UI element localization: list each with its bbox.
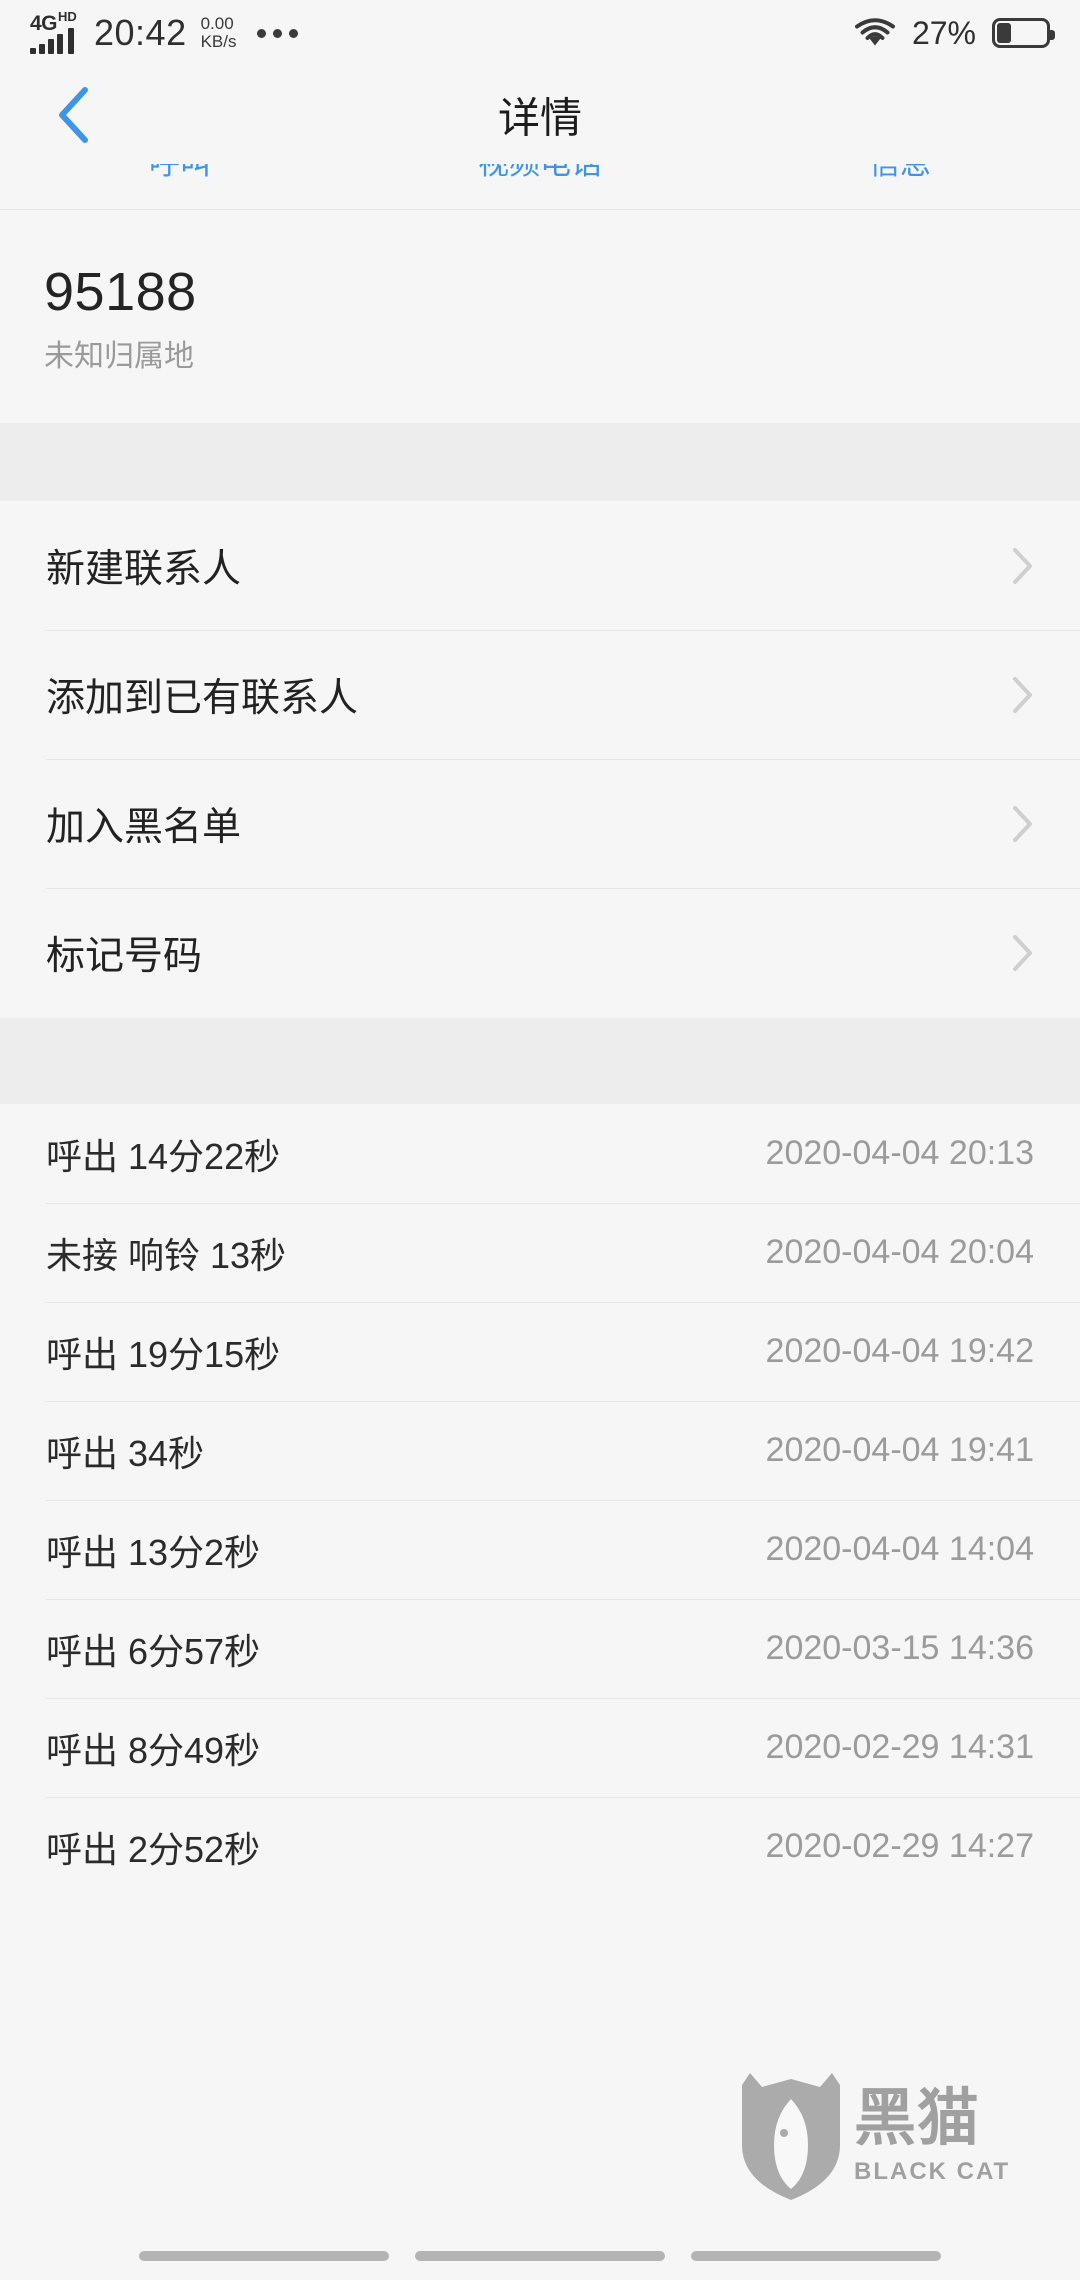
network-hd-label: HD [58, 9, 77, 24]
section-divider-top [0, 423, 1080, 501]
action-label: 添加到已有联系人 [46, 676, 359, 720]
call-timestamp: 2020-04-04 19:41 [765, 1431, 1034, 1469]
table-row[interactable]: 呼出 13分2秒 2020-04-04 14:04 [0, 1500, 1080, 1599]
action-label: 新建联系人 [46, 547, 242, 591]
chevron-right-icon [1013, 676, 1032, 713]
call-description: 呼出 6分57秒 [46, 1630, 261, 1672]
chevron-right-icon [1013, 547, 1032, 584]
wifi-icon [854, 18, 895, 46]
phone-location: 未知归属地 [44, 340, 194, 374]
call-timestamp: 2020-04-04 19:42 [765, 1332, 1034, 1370]
signal-strength-bars [30, 28, 74, 54]
call-timestamp: 2020-03-15 14:36 [765, 1629, 1034, 1667]
watermark: 黑猫 BLACK CAT [732, 2062, 1062, 2212]
call-description: 呼出 19分15秒 [46, 1333, 281, 1375]
watermark-en-label: BLACK CAT [854, 2158, 1011, 2185]
call-description: 呼出 8分49秒 [46, 1729, 261, 1771]
contact-number-block: 95188 未知归属地 [0, 211, 1080, 423]
call-timestamp: 2020-04-04 20:04 [765, 1233, 1034, 1271]
call-timestamp: 2020-02-29 14:31 [765, 1728, 1034, 1766]
action-tabs-strip: 呼叫 视频电话 信息 [0, 164, 1080, 210]
phone-screen: 4G HD 20:42 0.00 KB/s 27% 详情 95188 未知归属地… [0, 0, 1080, 2280]
phone-number: 95188 [44, 262, 197, 322]
battery-percent-label: 27% [911, 14, 976, 51]
table-row[interactable]: 呼出 2分52秒 2020-02-29 14:27 [0, 1797, 1080, 1896]
action-row-new-contact[interactable]: 新建联系人 [0, 501, 1080, 630]
action-row-add-blacklist[interactable]: 加入黑名单 [0, 759, 1080, 888]
system-navigation-bar [0, 2232, 1080, 2280]
call-log-list: 呼出 14分22秒 2020-04-04 20:13 未接 响铃 13秒 202… [0, 1104, 1080, 1896]
watermark-cn-label: 黑猫 [854, 2084, 981, 2153]
data-rate-unit: KB/s [200, 32, 237, 51]
action-tab-call[interactable]: 呼叫 [0, 164, 360, 183]
nav-recents-button[interactable] [139, 2251, 389, 2261]
table-row[interactable]: 呼出 6分57秒 2020-03-15 14:36 [0, 1599, 1080, 1698]
signal-bars-icon: 4G HD [30, 9, 80, 54]
action-label: 标记号码 [46, 934, 203, 978]
table-row[interactable]: 呼出 14分22秒 2020-04-04 20:13 [0, 1104, 1080, 1203]
chevron-right-icon [1013, 805, 1032, 842]
battery-icon [992, 18, 1055, 48]
call-timestamp: 2020-02-29 14:27 [765, 1827, 1034, 1865]
action-tab-video-call[interactable]: 视频电话 [360, 164, 720, 183]
table-row[interactable]: 未接 响铃 13秒 2020-04-04 20:04 [0, 1203, 1080, 1302]
nav-home-button[interactable] [415, 2251, 665, 2261]
action-row-mark-number[interactable]: 标记号码 [0, 888, 1080, 1017]
action-list: 新建联系人 添加到已有联系人 加入黑名单 标记号码 [0, 501, 1080, 1017]
data-rate-indicator: 0.00 KB/s [201, 15, 237, 51]
call-description: 未接 响铃 13秒 [46, 1234, 287, 1276]
status-bar-left: 4G HD 20:42 0.00 KB/s [30, 9, 298, 54]
nav-back-button[interactable] [691, 2251, 941, 2261]
action-label: 加入黑名单 [46, 805, 242, 849]
status-bar: 4G HD 20:42 0.00 KB/s 27% [0, 0, 1080, 66]
table-row[interactable]: 呼出 8分49秒 2020-02-29 14:31 [0, 1698, 1080, 1797]
app-header: 详情 [0, 66, 1080, 164]
action-tab-message[interactable]: 信息 [720, 164, 1080, 183]
call-description: 呼出 13分2秒 [46, 1531, 261, 1573]
chevron-right-icon [1013, 934, 1032, 971]
table-row[interactable]: 呼出 19分15秒 2020-04-04 19:42 [0, 1302, 1080, 1401]
shield-cat-icon [742, 2073, 840, 2200]
call-description: 呼出 34秒 [46, 1432, 205, 1474]
call-timestamp: 2020-04-04 20:13 [765, 1134, 1034, 1172]
call-description: 呼出 2分52秒 [46, 1828, 261, 1870]
overflow-dots-icon[interactable] [256, 28, 298, 38]
status-bar-right: 27% [854, 14, 1055, 52]
page-title: 详情 [497, 94, 582, 142]
action-row-add-existing-contact[interactable]: 添加到已有联系人 [0, 630, 1080, 759]
data-rate-value: 0.00 [200, 14, 234, 34]
call-description: 呼出 14分22秒 [46, 1135, 281, 1177]
section-divider-bottom [0, 1018, 1080, 1104]
call-timestamp: 2020-04-04 14:04 [765, 1530, 1034, 1568]
status-bar-clock: 20:42 [94, 12, 187, 53]
table-row[interactable]: 呼出 34秒 2020-04-04 19:41 [0, 1401, 1080, 1500]
